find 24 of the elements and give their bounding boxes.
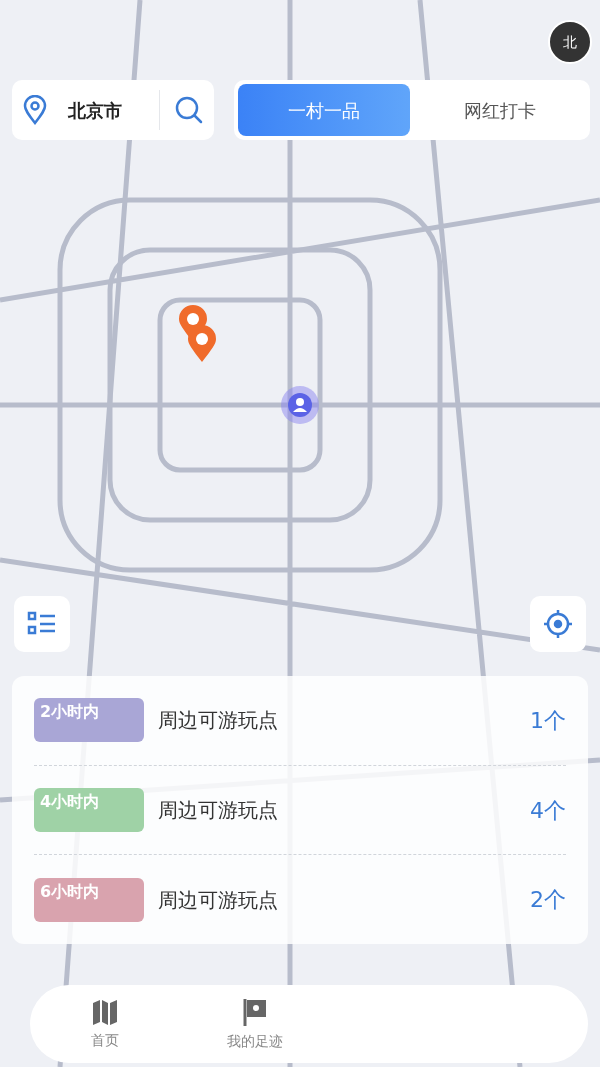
route-label: 周边可游玩点 bbox=[158, 886, 278, 914]
route-label: 周边可游玩点 bbox=[158, 707, 278, 735]
time-badge: 4小时内 bbox=[34, 788, 144, 832]
nav-tab[interactable]: 我的足迹 bbox=[180, 996, 330, 1052]
time-badge: 2小时内 bbox=[34, 698, 144, 743]
user-location-icon bbox=[280, 385, 320, 425]
spot-count: 2个 bbox=[530, 886, 566, 915]
map-pins-drawing[interactable] bbox=[178, 305, 217, 363]
flag-icon bbox=[241, 996, 269, 1027]
spot-count: 4个 bbox=[530, 796, 566, 825]
location-pin-icon bbox=[22, 95, 48, 125]
map-icon bbox=[91, 997, 119, 1026]
route-row[interactable]: 6小时内 周边可游玩点 2个 bbox=[34, 855, 566, 944]
nav-tab[interactable]: 首页 bbox=[30, 997, 180, 1051]
compass-icon[interactable]: 北 bbox=[548, 20, 592, 64]
route-row[interactable]: 2小时内 周边可游玩点 1个 bbox=[34, 676, 566, 766]
route-label: 周边可游玩点 bbox=[158, 797, 278, 824]
time-badge: 6小时内 bbox=[34, 877, 144, 922]
list-icon[interactable] bbox=[14, 596, 70, 652]
locate-icon[interactable] bbox=[530, 596, 586, 652]
city-label[interactable]: 北京市 bbox=[68, 96, 122, 124]
spot-count: 1个 bbox=[530, 706, 566, 735]
search-icon[interactable] bbox=[174, 95, 204, 125]
route-row[interactable]: 4小时内 周边可游玩点 4个 bbox=[34, 765, 566, 856]
